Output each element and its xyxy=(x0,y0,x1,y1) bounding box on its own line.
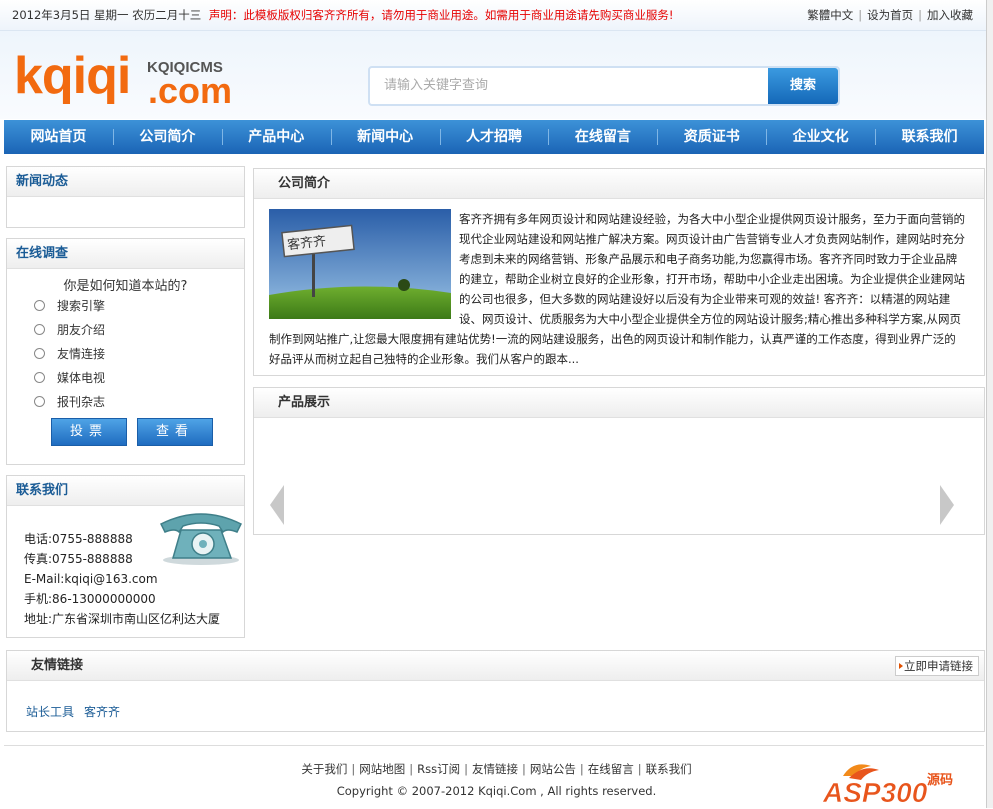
asp300-watermark-logo: ASP300 源码 xyxy=(822,758,963,809)
separator: | xyxy=(637,762,642,776)
main-nav: 网站首页 公司简介 产品中心 新闻中心 人才招聘 在线留言 资质证书 企业文化 … xyxy=(4,120,984,154)
footer-divider xyxy=(4,745,984,746)
survey-option-label: 友情连接 xyxy=(57,347,106,361)
top-bar-left: 2012年3月5日 星期一 农历二月十三 声明：此模板版权归客齐齐所有，请勿用于… xyxy=(12,7,673,23)
products-box-title: 产品展示 xyxy=(254,388,984,418)
survey-box-title: 在线调查 xyxy=(7,239,244,269)
separator: | xyxy=(409,762,414,776)
top-bar-links: 繁體中文 | 设为首页 | 加入收藏 xyxy=(807,7,973,23)
vertical-scrollbar[interactable] xyxy=(986,0,993,808)
nav-certificates[interactable]: 资质证书 xyxy=(657,120,766,154)
nav-about[interactable]: 公司简介 xyxy=(112,120,222,154)
radio-button[interactable] xyxy=(34,348,45,359)
survey-question: 你是如何知道本站的? xyxy=(63,279,188,294)
radio-button[interactable] xyxy=(34,324,45,335)
search-box: 搜索 xyxy=(368,66,840,106)
survey-option[interactable]: 报刊杂志 xyxy=(34,390,244,414)
nav-message[interactable]: 在线留言 xyxy=(548,120,657,154)
contact-box-title: 联系我们 xyxy=(7,476,244,506)
nav-contact[interactable]: 联系我们 xyxy=(875,120,984,154)
footer-link[interactable]: 友情链接 xyxy=(472,762,518,776)
nav-news[interactable]: 新闻中心 xyxy=(330,120,440,154)
survey-option-label: 搜索引擎 xyxy=(57,299,106,313)
friend-link[interactable]: 客齐齐 xyxy=(84,705,120,719)
products-box: 产品展示 xyxy=(253,387,985,535)
logo-suffix-text: .com xyxy=(148,70,233,111)
about-image: 客齐齐 xyxy=(269,209,451,319)
friend-links-list: 站长工具 客齐齐 xyxy=(26,703,130,720)
top-bar: 2012年3月5日 星期一 农历二月十三 声明：此模板版权归客齐齐所有，请勿用于… xyxy=(0,0,993,31)
friend-links-title-text: 友情链接 xyxy=(31,658,84,673)
news-box: 新闻动态 xyxy=(6,166,245,228)
contact-mobile: 手机:86-13000000000 xyxy=(24,592,156,606)
survey-buttons: 投票 查看 xyxy=(7,418,244,446)
survey-option[interactable]: 朋友介绍 xyxy=(34,318,244,342)
nav-culture[interactable]: 企业文化 xyxy=(766,120,875,154)
survey-option[interactable]: 搜索引擎 xyxy=(34,294,244,318)
contact-fax: 传真:0755-888888 xyxy=(24,552,133,566)
next-arrow-icon[interactable] xyxy=(938,485,956,528)
about-box-title: 公司简介 xyxy=(254,169,984,199)
contact-phone: 电话:0755-888888 xyxy=(24,532,133,546)
apply-link-button[interactable]: 立即申请链接 xyxy=(895,656,979,676)
copyright-notice: 声明：此模板版权归客齐齐所有，请勿用于商业用途。如需用于商业用途请先购买商业服务… xyxy=(208,8,674,22)
survey-option[interactable]: 友情连接 xyxy=(34,342,244,366)
search-button[interactable]: 搜索 xyxy=(768,68,838,104)
watermark-brand-text: ASP300 xyxy=(823,777,928,806)
contact-details: 电话:0755-888888 传真:0755-888888 E-Mail:kqi… xyxy=(24,529,220,629)
footer-link[interactable]: 在线留言 xyxy=(588,762,634,776)
survey-option-label: 朋友介绍 xyxy=(57,323,106,337)
radio-button[interactable] xyxy=(34,372,45,383)
footer-link[interactable]: 网站公告 xyxy=(530,762,576,776)
separator: | xyxy=(918,8,922,22)
separator: | xyxy=(464,762,468,776)
search-input[interactable] xyxy=(370,68,776,102)
survey-option-label: 媒体电视 xyxy=(57,371,106,385)
watermark-sub-text: 源码 xyxy=(927,772,953,788)
separator: | xyxy=(351,762,356,776)
add-favorite-link[interactable]: 加入收藏 xyxy=(927,8,973,22)
news-box-title: 新闻动态 xyxy=(7,167,244,197)
current-date: 2012年3月5日 星期一 农历二月十三 xyxy=(12,8,202,22)
radio-button[interactable] xyxy=(34,396,45,407)
about-box: 公司简介 客齐齐 客齐齐拥有多年网页设计和网站建设经验，为各大中小型企业提供网页… xyxy=(253,168,985,376)
nav-jobs[interactable]: 人才招聘 xyxy=(439,120,549,154)
site-logo[interactable]: kqiqi KQIQICMS .com xyxy=(14,50,232,109)
friend-links-title: 友情链接 立即申请链接 xyxy=(7,651,984,681)
friend-links-box: 友情链接 立即申请链接 站长工具 客齐齐 xyxy=(6,650,985,732)
vote-button[interactable]: 投票 xyxy=(51,418,127,446)
set-homepage-link[interactable]: 设为首页 xyxy=(867,8,913,22)
nav-products[interactable]: 产品中心 xyxy=(221,120,331,154)
friend-link[interactable]: 站长工具 xyxy=(26,705,74,719)
traditional-chinese-link[interactable]: 繁體中文 xyxy=(807,8,853,22)
header: kqiqi KQIQICMS .com 搜索 xyxy=(0,31,993,119)
footer-link[interactable]: 关于我们 xyxy=(301,762,347,776)
footer-link[interactable]: 联系我们 xyxy=(646,762,692,776)
contact-address: 地址:广东省深圳市南山区亿利达大厦 xyxy=(24,612,221,626)
footer-link[interactable]: Rss订阅 xyxy=(417,762,460,776)
separator: | xyxy=(858,8,863,22)
separator: | xyxy=(521,762,526,776)
previous-arrow-icon[interactable] xyxy=(268,485,286,528)
logo-main-text: kqiqi xyxy=(14,47,131,105)
survey-box: 在线调查 你是如何知道本站的? 搜索引擎 朋友介绍 友情连接 媒体电视 报刊杂志… xyxy=(6,238,245,465)
contact-email: E-Mail:kqiqi@163.com xyxy=(24,572,158,586)
nav-home[interactable]: 网站首页 xyxy=(4,120,113,154)
survey-option-label: 报刊杂志 xyxy=(57,395,106,409)
survey-option[interactable]: 媒体电视 xyxy=(34,366,244,390)
contact-box: 联系我们 电话:0755-888888 传真:0755-888888 E-Mai… xyxy=(6,475,245,638)
radio-button[interactable] xyxy=(34,300,45,311)
view-results-button[interactable]: 查看 xyxy=(137,418,213,446)
footer-link[interactable]: 网站地图 xyxy=(359,762,405,776)
separator: | xyxy=(579,762,584,776)
about-body: 客齐齐 客齐齐拥有多年网页设计和网站建设经验，为各大中小型企业提供网页设计服务，… xyxy=(269,209,967,369)
